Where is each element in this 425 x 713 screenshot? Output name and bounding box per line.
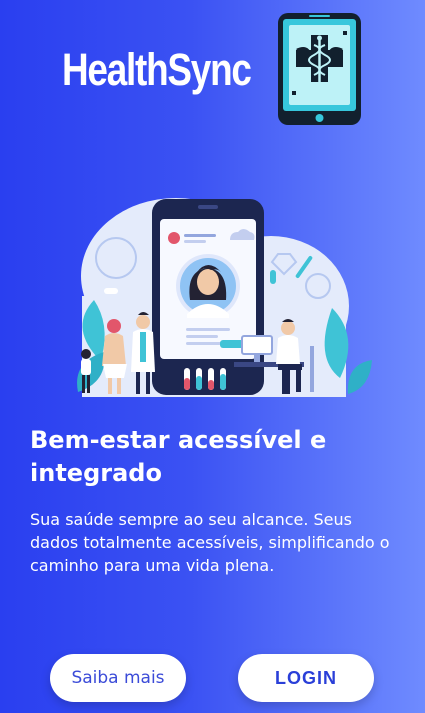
brand-name: HealthSync — [62, 44, 252, 95]
onboarding-screen: HealthSync Bem-estar acessível e integra… — [0, 0, 425, 713]
hero-description: Sua saúde sempre ao seu alcance. Seus da… — [30, 510, 390, 575]
login-button[interactable]: LOGIN — [238, 654, 374, 702]
hero-headline: Bem-estar acessível e integrado — [30, 426, 327, 487]
medical-tablet-caduceus-icon — [278, 13, 361, 125]
telemedicine-illustration — [77, 198, 372, 397]
saiba-mais-button[interactable]: Saiba mais — [50, 654, 186, 702]
